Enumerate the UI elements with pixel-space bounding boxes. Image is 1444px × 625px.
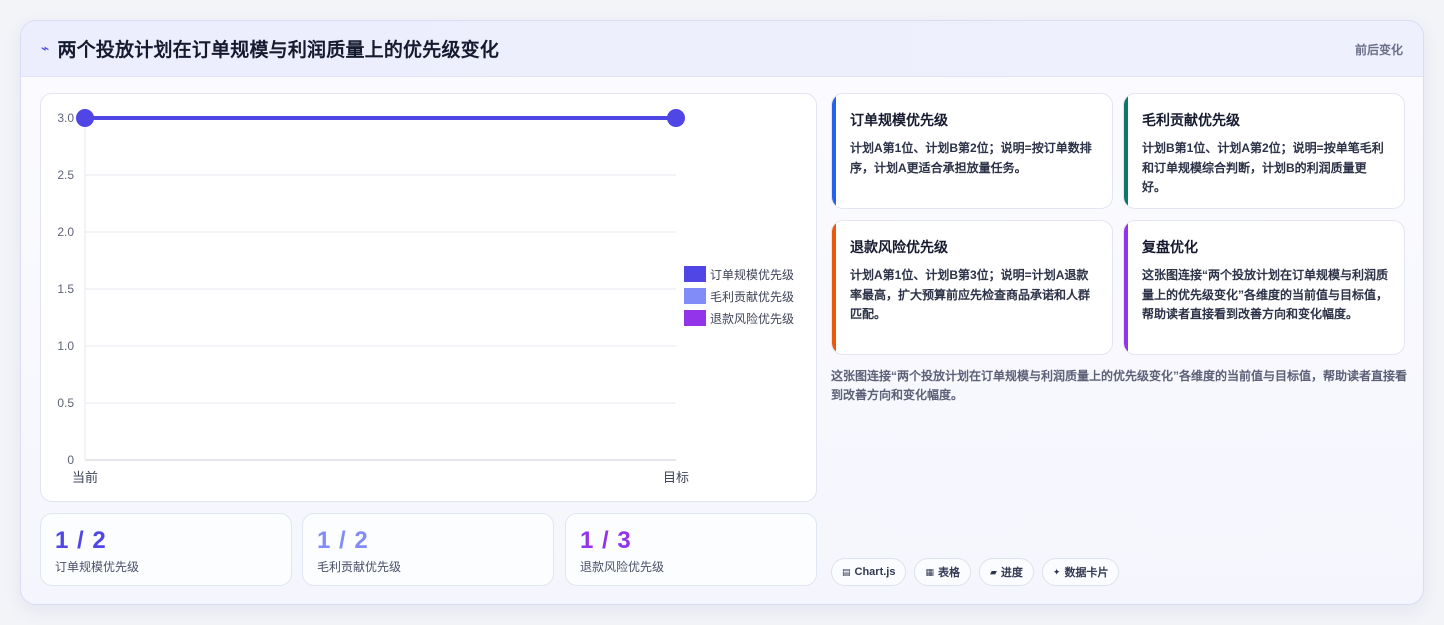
info-card-title: 毛利贡献优先级 bbox=[1142, 112, 1240, 128]
tag-table[interactable]: ▦ 表格 bbox=[914, 558, 971, 586]
tech-tags: ▤ Chart.js ▦ 表格 ▰ 进度 ✦ 数据卡片 bbox=[831, 558, 1120, 586]
progress-icon: ▰ bbox=[990, 566, 997, 577]
stat-card-gross-margin: 1 / 2 毛利贡献优先级 bbox=[302, 513, 554, 586]
chart-icon: ▤ bbox=[842, 566, 851, 577]
chart-description: 这张图连接“两个投放计划在订单规模与利润质量上的优先级变化”各维度的当前值与目标… bbox=[831, 369, 1408, 402]
stat-label: 订单规模优先级 bbox=[55, 560, 140, 574]
y-tick-label: 2.5 bbox=[57, 168, 74, 182]
sparkline-icon: ⌁ bbox=[41, 40, 50, 56]
info-card-body: 计划A第1位、计划B第2位；说明=按订单数排序，计划A更适合承担放量任务。 bbox=[850, 141, 1092, 175]
tag-chartjs[interactable]: ▤ Chart.js bbox=[831, 558, 907, 586]
chart-panel: 0 0.5 1.0 1.5 2.0 2.5 3.0 当前 目标 订单规模优先级 毛利贡献优先级 退款风… bbox=[40, 93, 817, 502]
y-tick-label: 0 bbox=[67, 453, 74, 467]
stat-label: 毛利贡献优先级 bbox=[317, 560, 402, 574]
info-card-gross-margin: 毛利贡献优先级 计划B第1位、计划A第2位；说明=按单笔毛利和订单规模综合判断，… bbox=[1123, 93, 1405, 209]
data-card-icon: ✦ bbox=[1052, 566, 1061, 577]
tag-progress[interactable]: ▰ 进度 bbox=[979, 558, 1034, 586]
card-header: ⌁ 两个投放计划在订单规模与利润质量上的优先级变化 前后变化 bbox=[21, 21, 1423, 77]
info-card-title: 订单规模优先级 bbox=[850, 112, 948, 128]
dashboard-card: ⌁ 两个投放计划在订单规模与利润质量上的优先级变化 前后变化 0 0.5 1.0 1.… bbox=[20, 20, 1424, 605]
stat-card-refund-risk: 1 / 3 退款风险优先级 bbox=[565, 513, 817, 586]
legend-swatch bbox=[684, 266, 706, 282]
page-title: 两个投放计划在订单规模与利润质量上的优先级变化 bbox=[57, 40, 500, 61]
info-card-review: 复盘优化 这张图连接“两个投放计划在订单规模与利润质量上的优先级变化”各维度的当… bbox=[1123, 220, 1405, 355]
info-card-body: 这张图连接“两个投放计划在订单规模与利润质量上的优先级变化”各维度的当前值与目标… bbox=[1142, 268, 1389, 321]
y-tick-label: 1.0 bbox=[57, 339, 74, 353]
stat-value: 1 / 3 bbox=[580, 527, 632, 554]
y-tick-label: 0.5 bbox=[57, 396, 74, 410]
y-tick-label: 3.0 bbox=[57, 111, 74, 125]
header-tag: 前后变化 bbox=[1354, 43, 1403, 57]
info-card-body: 计划B第1位、计划A第2位；说明=按单笔毛利和订单规模综合判断，计划B的利润质量… bbox=[1142, 141, 1384, 194]
legend-swatch bbox=[684, 288, 706, 304]
legend-label: 退款风险优先级 bbox=[710, 311, 794, 326]
info-card-body: 计划A第1位、计划B第3位；说明=计划A退款率最高，扩大预算前应先检查商品承诺和… bbox=[850, 268, 1091, 321]
tag-label: 数据卡片 bbox=[1064, 567, 1109, 579]
stat-value: 1 / 2 bbox=[317, 527, 369, 554]
info-card-refund-risk: 退款风险优先级 计划A第1位、计划B第3位；说明=计划A退款率最高，扩大预算前应… bbox=[831, 220, 1113, 355]
info-card-order-scale: 订单规模优先级 计划A第1位、计划B第2位；说明=按订单数排序，计划A更适合承担… bbox=[831, 93, 1113, 209]
y-tick-label: 2.0 bbox=[57, 225, 74, 239]
stat-value: 1 / 2 bbox=[55, 527, 107, 554]
table-icon: ▦ bbox=[925, 566, 934, 577]
info-card-title: 复盘优化 bbox=[1142, 239, 1198, 255]
tag-data-card[interactable]: ✦ 数据卡片 bbox=[1041, 558, 1120, 586]
x-tick-label: 目标 bbox=[663, 470, 689, 485]
tag-label: 表格 bbox=[938, 567, 960, 579]
data-point bbox=[667, 109, 685, 127]
x-tick-label: 当前 bbox=[72, 470, 98, 485]
info-card-title: 退款风险优先级 bbox=[850, 239, 948, 255]
stat-label: 退款风险优先级 bbox=[580, 560, 665, 574]
data-point bbox=[76, 109, 94, 127]
legend-swatch bbox=[684, 310, 706, 326]
line-chart: 0 0.5 1.0 1.5 2.0 2.5 3.0 当前 目标 订单规模优先级毛利贡献优先级退款风… bbox=[57, 109, 794, 485]
tag-label: Chart.js bbox=[854, 566, 896, 578]
tag-label: 进度 bbox=[1000, 567, 1023, 579]
legend-label: 订单规模优先级 bbox=[710, 267, 794, 282]
legend-label: 毛利贡献优先级 bbox=[710, 289, 794, 304]
stat-card-order-scale: 1 / 2 订单规模优先级 bbox=[40, 513, 292, 586]
y-tick-label: 1.5 bbox=[57, 282, 74, 296]
